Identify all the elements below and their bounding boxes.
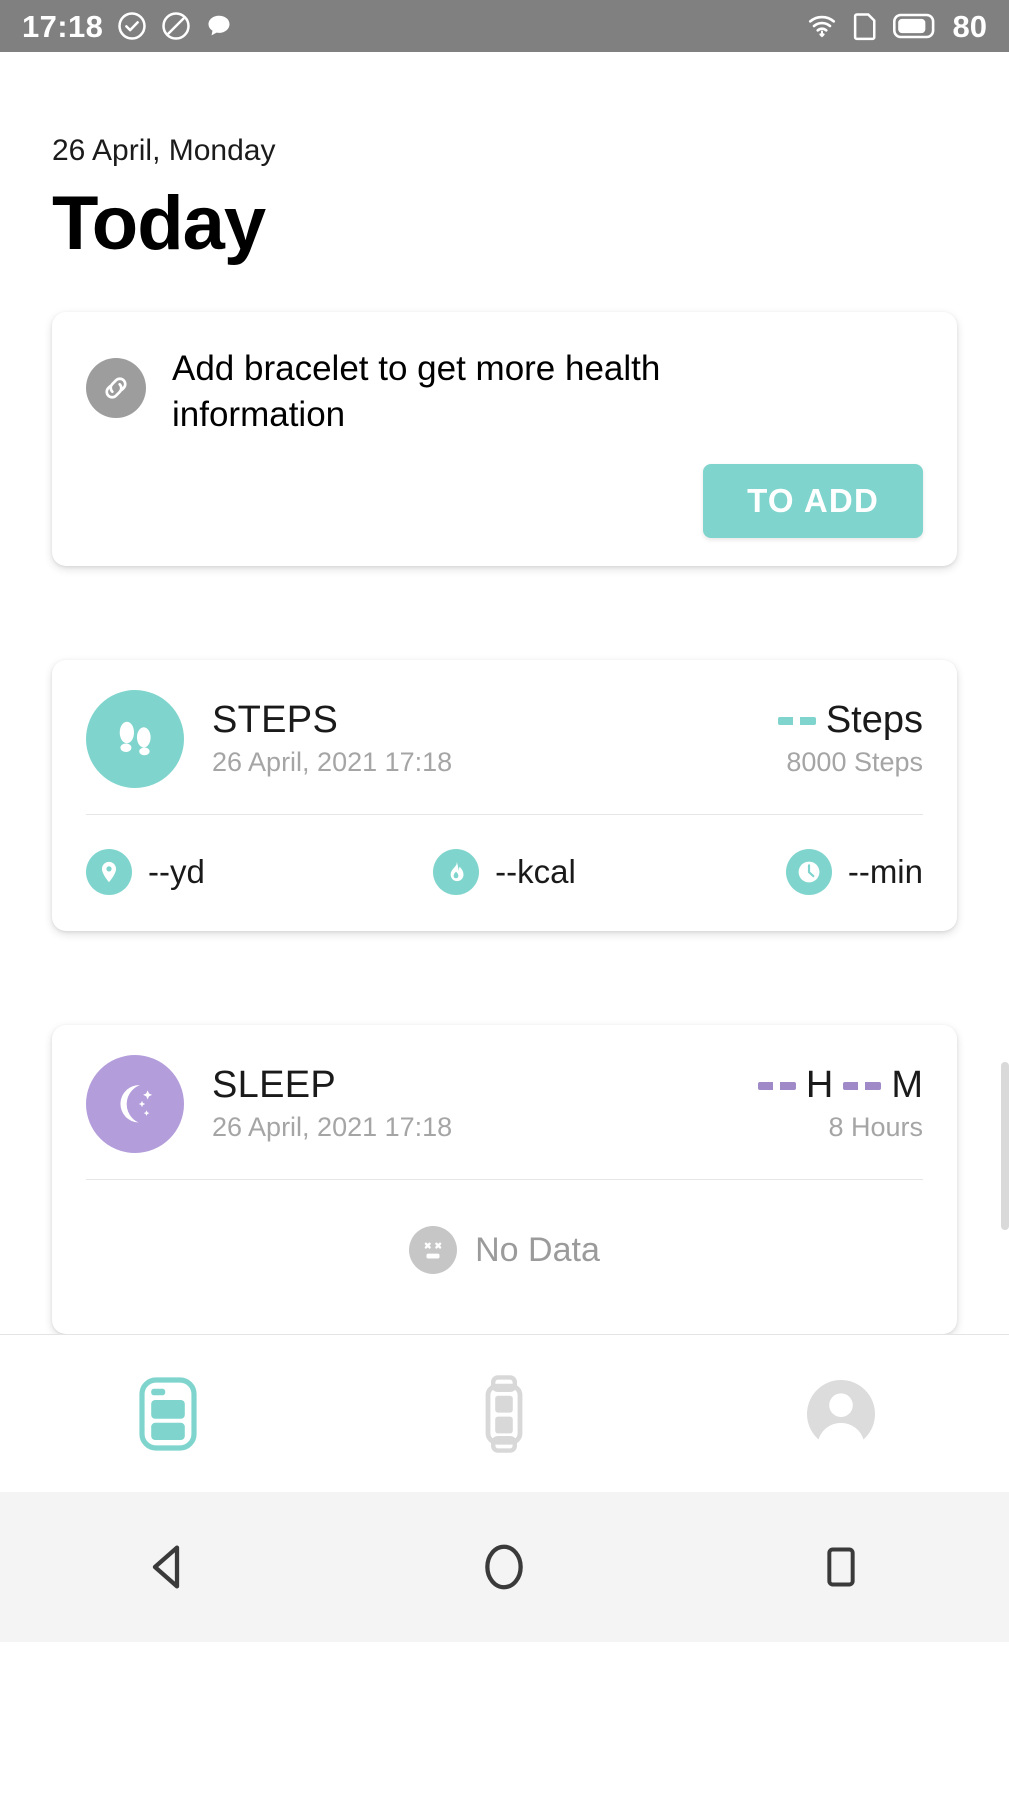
to-add-button[interactable]: TO ADD	[703, 464, 923, 539]
sim-card-icon	[852, 11, 879, 41]
scroll-area[interactable]: 26 April, Monday Today Add bracelet to g…	[0, 52, 1009, 1334]
nav-item-device[interactable]	[336, 1335, 672, 1493]
calories-value: --kcal	[495, 853, 576, 891]
sleep-legend-value: 8 Hours	[828, 1112, 923, 1143]
sleep-card-header: SLEEP 26 April, 2021 17:18 H M 8 Hours	[52, 1025, 957, 1179]
sleep-legend-minutes: M	[891, 1064, 923, 1107]
moon-stars-icon	[86, 1055, 184, 1154]
sleep-title: SLEEP	[212, 1064, 337, 1107]
back-triangle-icon	[152, 1545, 180, 1589]
nav-item-profile[interactable]	[673, 1335, 1009, 1493]
status-bar-clock: 17:18	[22, 8, 104, 44]
check-circle-icon	[117, 11, 147, 41]
battery-percentage: 80	[952, 8, 987, 44]
phone-app-icon	[139, 1377, 197, 1451]
clock-icon	[785, 849, 832, 896]
distance-stat: --yd	[86, 849, 365, 896]
current-date: 26 April, Monday	[52, 134, 276, 167]
home-circle-icon	[485, 1544, 524, 1590]
dashed-line-hours-icon	[757, 1082, 796, 1091]
dashed-line-minutes-icon	[843, 1082, 882, 1091]
status-bar-right: 80	[806, 11, 987, 42]
system-home-button[interactable]	[336, 1540, 672, 1594]
status-bar: 17:18 80	[0, 0, 1009, 52]
bottom-navigation	[0, 1334, 1009, 1493]
do-not-disturb-icon	[161, 11, 191, 41]
duration-stat: --min	[644, 849, 923, 896]
scrollbar-thumb[interactable]	[1001, 1062, 1009, 1230]
steps-card[interactable]: STEPS 26 April, 2021 17:18 Steps 8000 St…	[52, 660, 957, 932]
sleep-empty-text: No Data	[475, 1230, 600, 1269]
duration-value: --min	[847, 853, 923, 891]
calories-stat: --kcal	[365, 849, 644, 896]
person-icon	[806, 1380, 875, 1450]
link-icon	[86, 357, 146, 418]
steps-legend-label: Steps	[825, 699, 923, 742]
dashed-line-icon	[777, 717, 816, 726]
banner-actions: TO ADD	[86, 464, 923, 539]
flame-icon	[433, 849, 480, 896]
page-title: Today	[52, 181, 266, 266]
system-recents-button[interactable]	[673, 1542, 1009, 1592]
sleep-timestamp: 26 April, 2021 17:18	[212, 1112, 453, 1143]
wifi-icon	[806, 11, 838, 41]
steps-titles: STEPS 26 April, 2021 17:18	[212, 700, 778, 777]
dizzy-face-icon	[409, 1226, 458, 1275]
steps-legend-value: 8000 Steps	[786, 747, 923, 778]
status-bar-left: 17:18	[22, 11, 806, 42]
banner-row: Add bracelet to get more health informat…	[86, 346, 923, 438]
nav-item-home[interactable]	[0, 1335, 336, 1493]
steps-legend-line: Steps	[777, 699, 923, 742]
steps-card-header: STEPS 26 April, 2021 17:18 Steps 8000 St…	[52, 660, 957, 814]
app-content: 26 April, Monday Today Add bracelet to g…	[0, 52, 1009, 1794]
distance-value: --yd	[148, 853, 205, 891]
system-back-button[interactable]	[0, 1540, 336, 1594]
smart-band-icon	[486, 1375, 523, 1453]
sleep-legend: H M 8 Hours	[757, 1064, 923, 1143]
sleep-titles: SLEEP 26 April, 2021 17:18	[212, 1065, 758, 1142]
footprints-icon	[86, 690, 184, 789]
banner-message: Add bracelet to get more health informat…	[172, 348, 661, 434]
sleep-legend-hours: H	[805, 1064, 834, 1107]
android-system-bar	[0, 1492, 1009, 1642]
battery-icon	[892, 13, 937, 39]
sleep-legend-line: H M	[757, 1064, 923, 1107]
location-pin-icon	[86, 849, 132, 896]
sleep-empty-state: No Data	[52, 1180, 957, 1334]
sleep-card[interactable]: SLEEP 26 April, 2021 17:18 H M 8 Hours N…	[52, 1025, 957, 1334]
steps-stats-row: --yd --kcal --min	[52, 815, 957, 931]
message-bubble-icon	[205, 12, 233, 40]
add-bracelet-banner[interactable]: Add bracelet to get more health informat…	[52, 311, 957, 567]
recents-square-icon	[827, 1547, 855, 1587]
steps-title: STEPS	[212, 699, 339, 742]
steps-timestamp: 26 April, 2021 17:18	[212, 747, 453, 778]
steps-legend: Steps 8000 Steps	[777, 699, 923, 778]
